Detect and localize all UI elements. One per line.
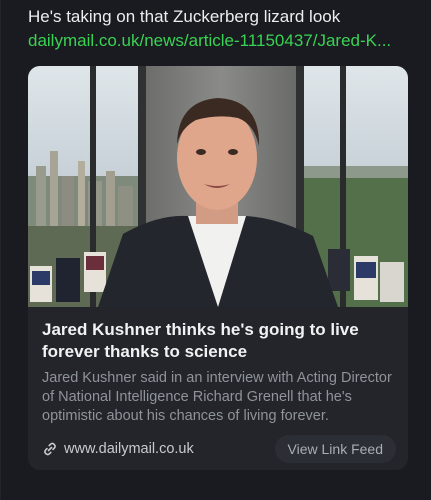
post-container: He's taking on that Zuckerberg lizard lo… <box>0 0 431 500</box>
view-link-feed-button[interactable]: View Link Feed <box>274 435 396 463</box>
link-preview-card[interactable]: Jared Kushner thinks he's going to live … <box>28 66 408 470</box>
card-domain[interactable]: www.dailymail.co.uk <box>42 441 194 457</box>
card-body: Jared Kushner thinks he's going to live … <box>28 307 408 470</box>
card-description: Jared Kushner said in an interview with … <box>42 370 392 424</box>
card-title[interactable]: Jared Kushner thinks he's going to live … <box>42 319 394 363</box>
post-text: He's taking on that Zuckerberg lizard lo… <box>28 7 341 26</box>
card-domain-label: www.dailymail.co.uk <box>64 441 194 457</box>
preview-image[interactable] <box>28 66 408 307</box>
card-footer: www.dailymail.co.uk View Link Feed <box>42 434 396 464</box>
video-still-thumbnail <box>28 66 408 307</box>
thread-divider <box>0 0 1 500</box>
post-link[interactable]: dailymail.co.uk/news/article-11150437/Ja… <box>28 30 408 52</box>
link-icon <box>42 441 58 457</box>
